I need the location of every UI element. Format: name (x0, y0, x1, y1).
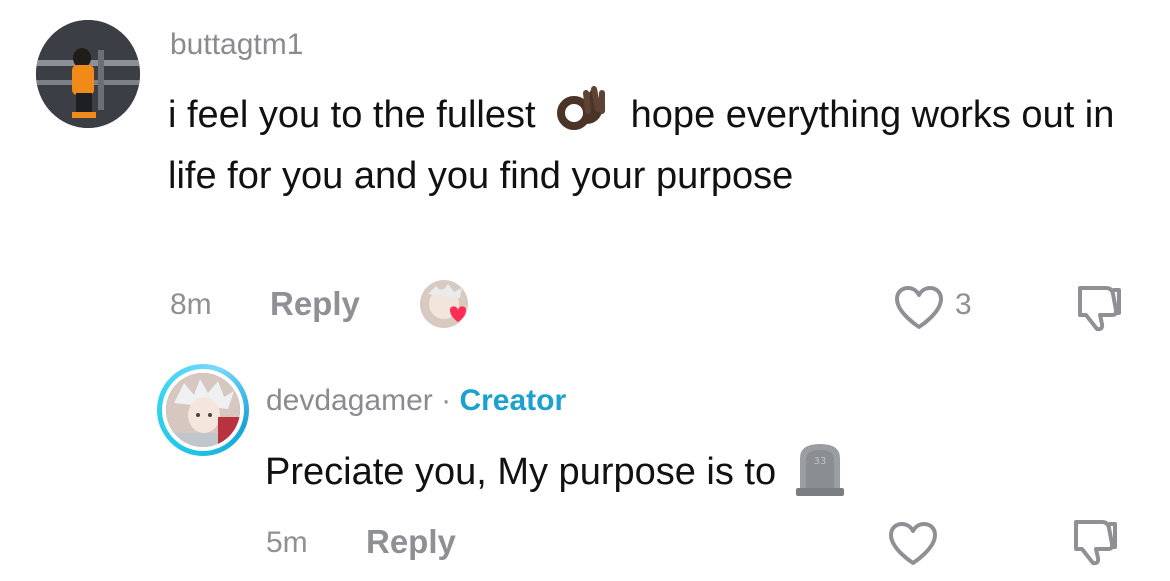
avatar-image (36, 20, 140, 128)
creator-liked-badge (420, 280, 470, 330)
comment-text-part: i feel you to the fullest (168, 94, 547, 136)
reply-button[interactable]: Reply (366, 523, 456, 561)
svg-text:33: 33 (814, 456, 827, 467)
reply-text: Preciate you, My purpose is to 33 (265, 440, 848, 503)
like-heart-icon[interactable] (887, 521, 939, 572)
reply-button[interactable]: Reply (270, 285, 360, 323)
like-heart-icon[interactable] (893, 285, 945, 336)
avatar-devdagamer[interactable] (157, 364, 249, 456)
separator-dot: · (441, 384, 452, 417)
avatar-image (166, 373, 240, 447)
headstone-icon: 33 (792, 440, 848, 498)
avatar-ring-inner (162, 369, 244, 451)
dislike-icon[interactable] (1068, 518, 1120, 571)
reply-text-part: Preciate you, My purpose is to (265, 451, 777, 493)
reply-username[interactable]: devdagamer (266, 384, 433, 417)
comment-text: i feel you to the fullest hope everythin… (168, 83, 1128, 207)
comment-timestamp: 8m (170, 288, 212, 321)
creator-badge: Creator (459, 384, 567, 417)
like-count: 3 (955, 288, 972, 321)
reply-timestamp: 5m (266, 526, 308, 559)
reply-header: devdagamer · Creator (266, 384, 566, 418)
ok-hand-icon (556, 83, 610, 130)
dislike-icon[interactable] (1072, 284, 1124, 337)
avatar-buttagtm1[interactable] (36, 20, 140, 128)
comment-username[interactable]: buttagtm1 (170, 28, 303, 62)
